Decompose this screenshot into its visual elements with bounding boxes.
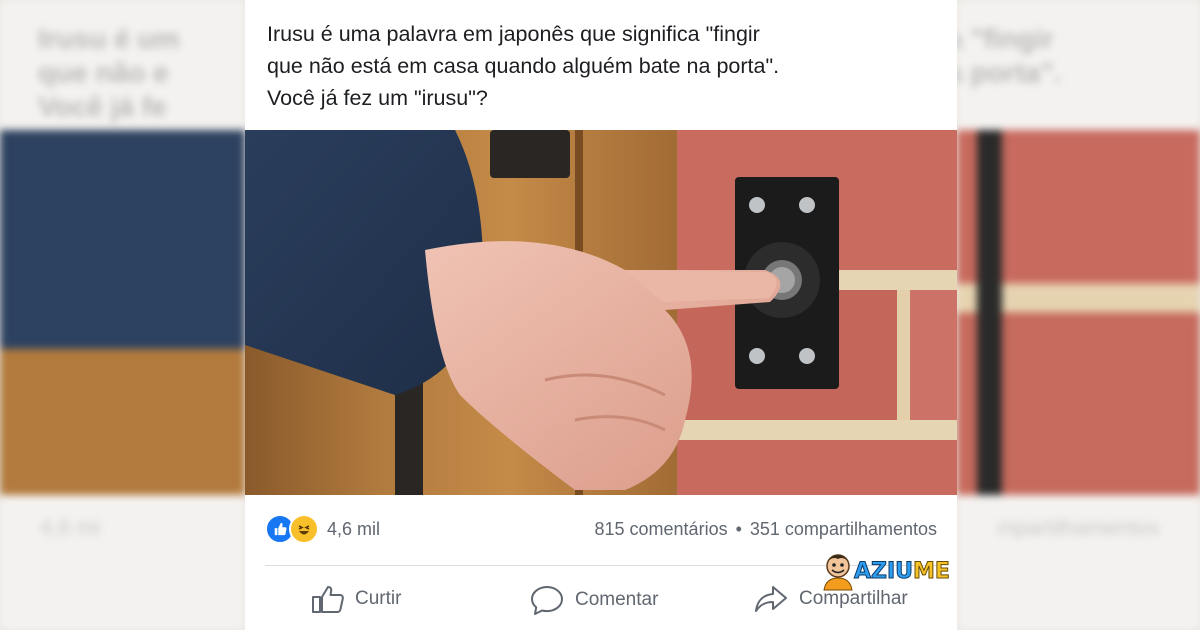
post-card: Irusu é uma palavra em japonês que signi… — [245, 0, 957, 630]
blurred-footer-left: 4,6 mi — [40, 515, 100, 540]
speech-bubble-icon — [531, 586, 563, 615]
comments-count-link[interactable]: 815 comentários — [595, 519, 728, 540]
blurred-caption-left: Irusu é um que não e Você já fe — [38, 23, 180, 122]
post-text-line-2: que não está em casa quando alguém bate … — [267, 54, 780, 78]
comment-button-label: Comentar — [575, 589, 659, 610]
post-text-line-3: Você já fez um "irusu"? — [267, 86, 488, 110]
comment-button[interactable]: Comentar — [529, 584, 658, 616]
reactions-count: 4,6 mil — [327, 518, 381, 539]
aziume-watermark-logo: AZIUME — [818, 550, 960, 592]
post-photo[interactable] — [245, 130, 957, 495]
blurred-caption-right: a "fingir a porta". — [957, 23, 1062, 88]
post-stats: 4,6 mil 815 comentários • 351 compartilh… — [265, 510, 937, 548]
cartoon-face-icon — [823, 554, 853, 591]
shares-count-link[interactable]: 351 compartilhamentos — [750, 519, 937, 540]
blurred-background-left: Irusu é um que não e Você já fe 4,6 mi — [0, 0, 245, 630]
share-arrow-icon — [755, 586, 787, 612]
post-text-line-1: Irusu é uma palavra em japonês que signi… — [267, 22, 760, 46]
like-button-label: Curtir — [355, 588, 402, 609]
laughing-face-icon — [289, 514, 319, 544]
like-button[interactable]: Curtir — [311, 584, 401, 614]
blurred-footer-right: mpartilhamentos — [997, 515, 1160, 540]
post-text: Irusu é uma palavra em japonês que signi… — [267, 18, 937, 114]
blurred-background-right: a "fingir a porta". mpartilhamentos — [957, 0, 1200, 630]
watermark-brand-text: AZIUME — [853, 558, 950, 584]
thumbs-up-outline-icon — [312, 586, 344, 613]
reactions-summary[interactable]: 4,6 mil — [265, 514, 380, 544]
stats-separator: • — [735, 518, 742, 539]
